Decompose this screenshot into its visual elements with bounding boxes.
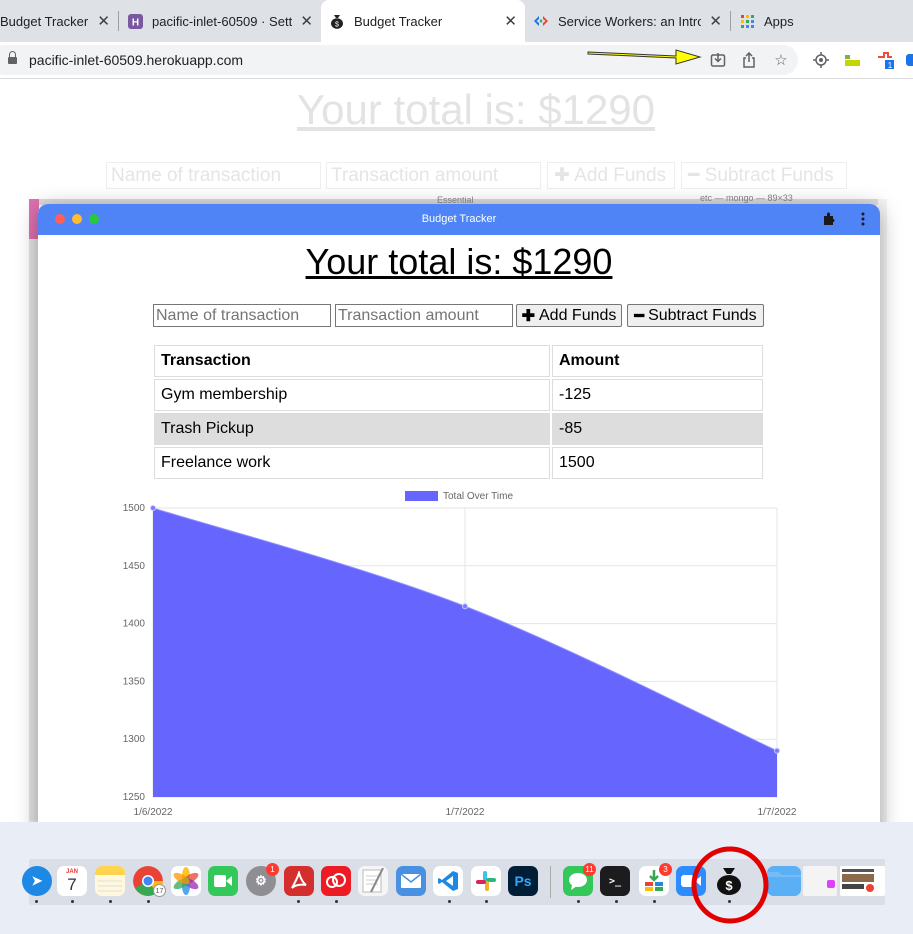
annotation-arrow — [587, 49, 702, 65]
annotation-circle — [691, 846, 769, 924]
screenshot: Budget Tracker ✕ H pacific-inlet-60509 ·… — [0, 0, 913, 934]
annotation-layer — [587, 49, 769, 924]
